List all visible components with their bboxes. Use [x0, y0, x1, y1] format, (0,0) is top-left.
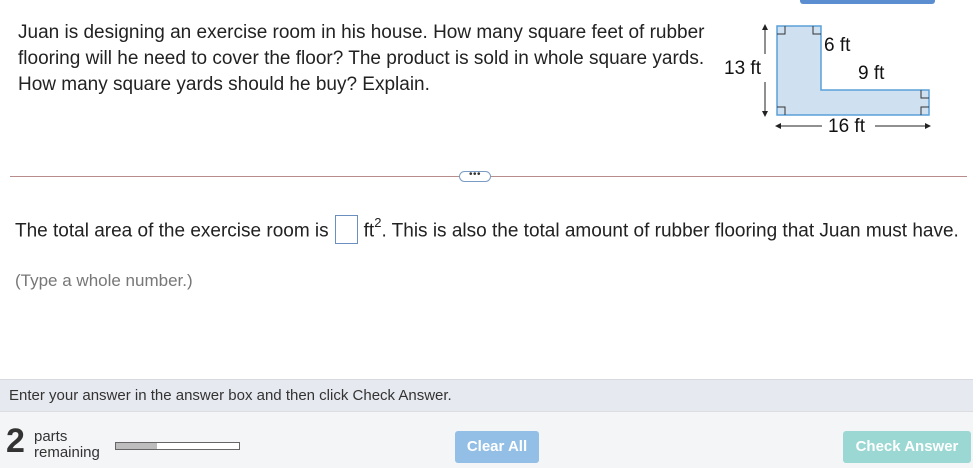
- footer-bar: 2 parts remaining Clear All Check Answer: [0, 411, 973, 468]
- answer-hint: (Type a whole number.): [15, 271, 193, 290]
- progress-fill: [116, 443, 157, 449]
- top-tab-button[interactable]: [800, 0, 935, 4]
- parts-remaining-label: parts remaining: [34, 429, 100, 461]
- answer-prefix: The total area of the exercise room is: [15, 220, 329, 242]
- unit-exponent: 2: [374, 215, 382, 230]
- answer-suffix: . This is also the total amount of rubbe…: [381, 220, 959, 242]
- parts-label-line2: remaining: [34, 444, 100, 461]
- label-6ft: 6 ft: [824, 35, 851, 56]
- figure-svg: 13 ft 6 ft 9 ft 16 ft: [724, 24, 931, 137]
- parts-label-line1: parts: [34, 428, 68, 445]
- floor-shape: [776, 25, 930, 116]
- progress-bar: [115, 442, 240, 450]
- arrowhead: [762, 24, 768, 30]
- divider-handle[interactable]: •••: [459, 170, 491, 182]
- status-bar: Enter your answer in the answer box and …: [0, 379, 973, 411]
- label-13ft: 13 ft: [724, 58, 762, 79]
- arrowhead: [775, 123, 781, 129]
- question-text: Juan is designing an exercise room in hi…: [18, 22, 705, 95]
- answer-statement: The total area of the exercise room is ft…: [15, 210, 965, 246]
- arrowhead: [925, 123, 931, 129]
- unit-label: ft: [363, 220, 375, 242]
- arrowhead: [762, 111, 768, 117]
- status-text: Enter your answer in the answer box and …: [9, 387, 452, 404]
- parts-remaining-count: 2: [6, 422, 25, 460]
- clear-all-button[interactable]: Clear All: [455, 431, 539, 463]
- l-shape-figure: 13 ft 6 ft 9 ft 16 ft: [722, 20, 942, 145]
- check-answer-button[interactable]: Check Answer: [843, 431, 971, 463]
- label-16ft: 16 ft: [828, 116, 866, 137]
- answer-input[interactable]: [334, 215, 358, 245]
- label-9ft: 9 ft: [858, 63, 885, 84]
